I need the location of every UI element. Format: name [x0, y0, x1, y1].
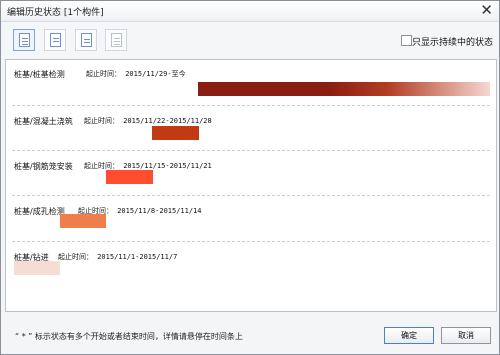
icon-line [114, 44, 120, 45]
timeline-row: 桩基/混凝土浇筑 起止时间： 2015/11/22-2015/11/28 [6, 107, 496, 151]
timeline-row: 桩基/钻进 起止时间： 2015/11/1-2015/11/7 [6, 243, 496, 287]
row-date: 起止时间： 2015/11/1-2015/11/7 [58, 252, 177, 262]
status-bar[interactable] [106, 170, 153, 184]
date-prefix: 起止时间： [84, 117, 119, 125]
status-bar[interactable] [152, 126, 199, 140]
date-prefix: 起止时间： [84, 162, 119, 170]
row-divider [12, 195, 490, 196]
status-bar[interactable] [60, 214, 106, 228]
date-prefix: 起止时间： [86, 70, 121, 78]
date-range: 2015/11/15-2015/11/21 [123, 162, 212, 170]
date-range: 2015/11/8-2015/11/14 [117, 207, 202, 215]
icon-line [53, 41, 59, 42]
row-label: 桩基/钢筋笼安装 [14, 162, 73, 171]
row-divider [12, 105, 490, 106]
date-range: 2015/11/22-2015/11/28 [123, 117, 212, 125]
document-view-icon [81, 33, 92, 47]
timeline-row: 桩基/钢筋笼安装 起止时间： 2015/11/15-2015/11/21 [6, 152, 496, 196]
icon-line [22, 44, 28, 45]
cancel-button[interactable]: 取消 [441, 327, 491, 344]
icon-line [84, 42, 90, 43]
toolbar-button-3[interactable] [75, 29, 97, 51]
checkbox-box[interactable] [401, 35, 412, 46]
toolbar-button-2[interactable] [44, 29, 66, 51]
history-status-dialog: 编辑历史状态 [1个构件] ✕ 只显示持续中的状态 桩基/桩基检测 起止时间： … [0, 0, 500, 355]
document-edit-icon [50, 33, 61, 47]
icon-line [22, 41, 28, 42]
status-bar[interactable] [14, 261, 60, 275]
row-divider [12, 241, 490, 242]
icon-line [53, 38, 59, 39]
icon-line [114, 41, 120, 42]
icon-line [114, 38, 120, 39]
row-date: 起止时间： 2015/11/29-至今 [86, 69, 186, 79]
status-timeline: 桩基/桩基检测 起止时间： 2015/11/29-至今 桩基/混凝土浇筑 起止时… [5, 59, 497, 312]
timeline-row: 桩基/成孔检测 起止时间： 2015/11/8-2015/11/14 [6, 197, 496, 241]
toolbar: 只显示持续中的状态 [1, 22, 499, 58]
row-date: 起止时间： 2015/11/22-2015/11/28 [84, 116, 212, 126]
date-range: 2015/11/1-2015/11/7 [97, 253, 178, 261]
row-divider [12, 150, 490, 151]
timeline-row: 桩基/桩基检测 起止时间： 2015/11/29-至今 [6, 60, 496, 104]
row-label: 桩基/混凝土浇筑 [14, 117, 73, 126]
icon-line [84, 39, 90, 40]
row-label: 桩基/成孔检测 [14, 207, 65, 216]
row-label: 桩基/桩基检测 [14, 70, 65, 79]
toolbar-button-4[interactable] [105, 29, 127, 51]
close-icon[interactable]: ✕ [480, 2, 493, 18]
date-prefix: 起止时间： [58, 253, 93, 261]
checkbox-label: 只显示持续中的状态 [412, 38, 494, 48]
status-bar[interactable] [198, 82, 490, 96]
date-range: 2015/11/29-至今 [125, 70, 186, 78]
title-bar: 编辑历史状态 [1个构件] ✕ [1, 1, 499, 22]
ok-button[interactable]: 确定 [384, 327, 434, 344]
dialog-title: 编辑历史状态 [1个构件] [7, 8, 104, 18]
toolbar-button-1[interactable] [13, 29, 35, 51]
icon-line [22, 38, 28, 39]
legend-note: “ * ” 标示状态有多个开始或者结束时间，详情请悬停在时间条上 [15, 332, 243, 341]
